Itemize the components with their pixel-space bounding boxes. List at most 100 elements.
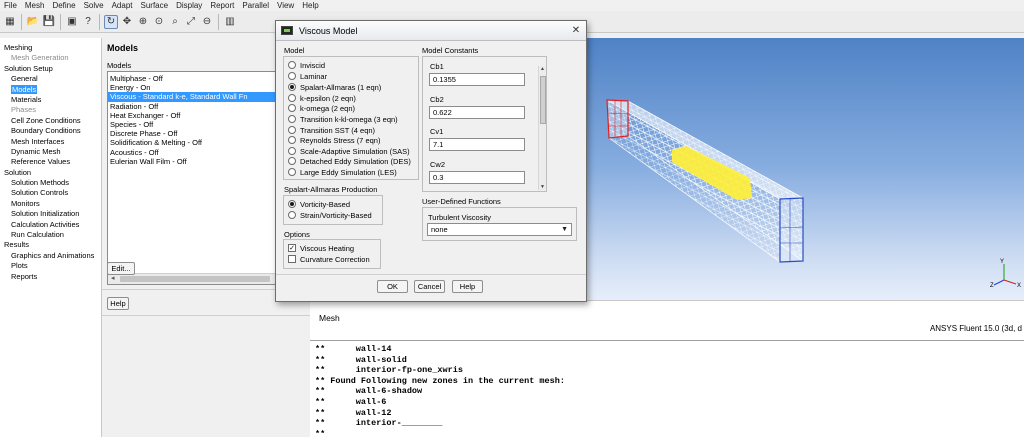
model-option-sas[interactable]: Scale-Adaptive Simulation (SAS) — [288, 146, 410, 156]
console-output[interactable]: ** wall-14 ** wall-solid ** interior-fp-… — [310, 340, 1024, 437]
model-option-transition-k-kl-omega[interactable]: Transition k-kl-omega (3 eqn) — [288, 114, 398, 124]
probe-icon[interactable]: ⌕ — [168, 15, 182, 29]
scroll-down-icon[interactable]: ▼ — [540, 184, 545, 190]
scrollbar-thumb[interactable] — [540, 76, 546, 124]
menu-mesh[interactable]: Mesh — [21, 1, 49, 10]
constant-input-cv1[interactable]: 7.1 — [429, 138, 525, 151]
turbulent-viscosity-select[interactable]: none ▼ — [427, 223, 572, 236]
radio-button[interactable] — [288, 147, 296, 155]
nav-boundary-conditions[interactable]: Boundary Conditions — [0, 126, 101, 136]
radio-button[interactable] — [288, 211, 296, 219]
radio-button[interactable] — [288, 157, 296, 165]
menu-parallel[interactable]: Parallel — [238, 1, 273, 10]
zoom-box-icon[interactable]: ⊙ — [152, 15, 166, 29]
model-option-k-epsilon[interactable]: k-epsilon (2 eqn) — [288, 93, 356, 103]
layout-icon[interactable]: ▥ — [223, 15, 237, 29]
menu-surface[interactable]: Surface — [137, 1, 173, 10]
option-curvature-correction[interactable]: Curvature Correction — [288, 254, 370, 264]
menu-report[interactable]: Report — [206, 1, 238, 10]
nav-solution-methods[interactable]: Solution Methods — [0, 178, 101, 188]
radio-button[interactable] — [288, 104, 296, 112]
production-option-strain-vorticity[interactable]: Strain/Vorticity-Based — [288, 210, 372, 220]
nav-mesh-interfaces[interactable]: Mesh Interfaces — [0, 137, 101, 147]
models-help-button[interactable]: Help — [107, 297, 129, 310]
chevron-down-icon[interactable]: ▼ — [561, 224, 568, 235]
menu-define[interactable]: Define — [48, 1, 79, 10]
console-line: ** wall-6 — [315, 396, 387, 407]
menu-file[interactable]: File — [0, 1, 21, 10]
nav-general[interactable]: General — [0, 74, 101, 84]
nav-plots[interactable]: Plots — [0, 261, 101, 271]
console-line: ** wall-12 — [315, 407, 392, 418]
radio-button[interactable] — [288, 72, 296, 80]
nav-calculation-activities[interactable]: Calculation Activities — [0, 220, 101, 230]
console-line: ** — [315, 428, 326, 437]
menu-adapt[interactable]: Adapt — [108, 1, 137, 10]
radio-button[interactable] — [288, 168, 296, 176]
model-option-des[interactable]: Detached Eddy Simulation (DES) — [288, 156, 411, 166]
menu-view[interactable]: View — [273, 1, 298, 10]
nav-solution-initialization[interactable]: Solution Initialization — [0, 209, 101, 219]
constant-label-cw2: Cw2 — [430, 160, 446, 169]
constant-input-cb2[interactable]: 0.622 — [429, 106, 525, 119]
graphics-status-bar: Mesh ANSYS Fluent 15.0 (3d, d — [310, 300, 1024, 340]
constants-scrollbar[interactable]: ▲ ▼ — [538, 66, 546, 190]
model-option-reynolds-stress[interactable]: Reynolds Stress (7 eqn) — [288, 135, 380, 145]
nav-materials[interactable]: Materials — [0, 95, 101, 105]
save-icon[interactable]: 💾 — [42, 15, 56, 29]
menu-display[interactable]: Display — [172, 1, 206, 10]
zoom-in-icon[interactable]: ⊕ — [136, 15, 150, 29]
close-icon[interactable]: ✕ — [570, 25, 582, 37]
constant-input-cw2[interactable]: 0.3 — [429, 171, 525, 184]
zoom-fit-icon[interactable]: ⊖ — [200, 15, 214, 29]
radio-button[interactable] — [288, 136, 296, 144]
model-option-inviscid[interactable]: Inviscid — [288, 60, 325, 70]
edit-button[interactable]: Edit... — [107, 262, 135, 275]
open-folder-icon[interactable]: 📂 — [26, 15, 40, 29]
constant-input-cb1[interactable]: 0.1355 — [429, 73, 525, 86]
nav-cell-zone-conditions[interactable]: Cell Zone Conditions — [0, 116, 101, 126]
radio-button[interactable] — [288, 83, 296, 91]
nav-mesh-generation[interactable]: Mesh Generation — [0, 53, 101, 63]
radio-button[interactable] — [288, 61, 296, 69]
production-option-vorticity[interactable]: Vorticity-Based — [288, 199, 350, 209]
menu-solve[interactable]: Solve — [80, 1, 108, 10]
nav-graphics-and-animations[interactable]: Graphics and Animations — [0, 251, 101, 261]
model-option-les[interactable]: Large Eddy Simulation (LES) — [288, 167, 397, 177]
ok-button[interactable]: OK — [377, 280, 408, 293]
model-option-transition-sst[interactable]: Transition SST (4 eqn) — [288, 125, 375, 135]
help-icon[interactable]: ? — [81, 15, 95, 29]
model-option-k-omega[interactable]: k-omega (2 eqn) — [288, 103, 355, 113]
rotate-icon[interactable]: ↻ — [104, 14, 118, 29]
radio-button[interactable] — [288, 94, 296, 102]
scrollbar-thumb[interactable] — [120, 276, 270, 282]
checkbox[interactable]: ✓ — [288, 244, 296, 252]
nav-monitors[interactable]: Monitors — [0, 199, 101, 209]
option-viscous-heating[interactable]: ✓ Viscous Heating — [288, 243, 354, 253]
toolbar-separator — [218, 13, 219, 30]
model-option-spalart-allmaras[interactable]: Spalart-Allmaras (1 eqn) — [288, 82, 381, 92]
nav-run-calculation[interactable]: Run Calculation — [0, 230, 101, 240]
pan-icon[interactable]: ✥ — [120, 15, 134, 29]
dialog-title-bar[interactable]: Viscous Model ✕ — [276, 21, 586, 41]
cancel-button[interactable]: Cancel — [414, 280, 445, 293]
nav-phases[interactable]: Phases — [0, 105, 101, 115]
nav-solution-controls[interactable]: Solution Controls — [0, 188, 101, 198]
fit-icon[interactable]: ⤢ — [184, 15, 198, 29]
console-line: ** wall-14 — [315, 344, 392, 354]
scroll-up-icon[interactable]: ▲ — [540, 66, 545, 72]
radio-button[interactable] — [288, 126, 296, 134]
nav-models[interactable]: Models — [0, 84, 101, 95]
nav-reports[interactable]: Reports — [0, 272, 101, 282]
checkbox[interactable] — [288, 255, 296, 263]
grid-menu-icon[interactable]: ▦ — [3, 15, 17, 29]
dialog-help-button[interactable]: Help — [452, 280, 483, 293]
nav-dynamic-mesh[interactable]: Dynamic Mesh — [0, 147, 101, 157]
scroll-left-icon[interactable]: ◂ — [111, 274, 115, 284]
radio-button[interactable] — [288, 200, 296, 208]
model-option-laminar[interactable]: Laminar — [288, 71, 327, 81]
nav-reference-values[interactable]: Reference Values — [0, 157, 101, 167]
camera-icon[interactable]: ▣ — [65, 15, 79, 29]
menu-help[interactable]: Help — [298, 1, 322, 10]
radio-button[interactable] — [288, 115, 296, 123]
